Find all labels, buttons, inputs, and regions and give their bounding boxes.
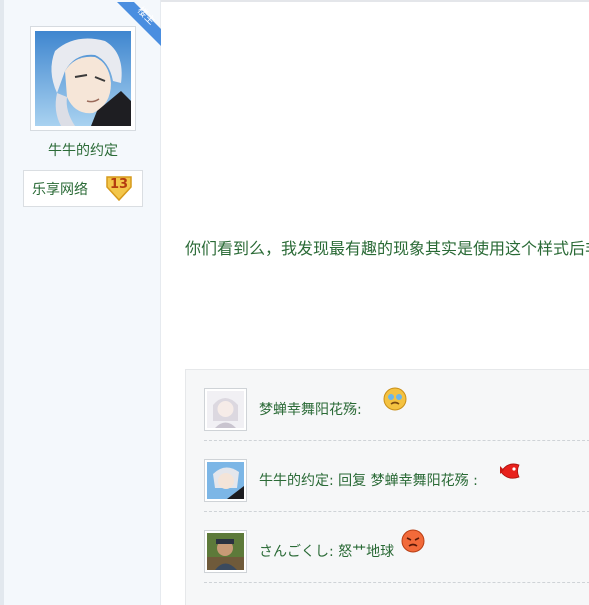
original-poster-ribbon: 楼主	[117, 2, 161, 46]
reply-avatar[interactable]	[204, 388, 247, 431]
ribbon-badge-icon: 楼主	[117, 2, 161, 46]
reply-text: 牛牛的约定: 回复 梦蝉幸舞阳花殇 :	[259, 473, 478, 489]
reply-avatar-image	[207, 462, 244, 499]
reply-avatar-image	[207, 391, 244, 428]
poster-name[interactable]: 牛牛的约定	[0, 140, 166, 160]
reply-avatar[interactable]	[204, 530, 247, 573]
reply-item: さんごくし: 怒艹地球	[204, 512, 589, 583]
reply-section: 梦蝉幸舞阳花殇: 牛牛的约定: 回复 梦蝉幸舞阳花殇 : さんごくし: 怒艹地球	[185, 369, 589, 605]
user-group-box: 乐享网络 13	[23, 170, 143, 207]
crying-face-icon	[383, 387, 407, 411]
level-number: 13	[109, 177, 129, 192]
reply-text: 梦蝉幸舞阳花殇:	[259, 402, 362, 418]
reply-item: 牛牛的约定: 回复 梦蝉幸舞阳花殇 :	[204, 441, 589, 512]
reply-item: 梦蝉幸舞阳花殇:	[204, 370, 589, 441]
reply-text: さんごくし: 怒艹地球	[259, 544, 395, 560]
level-badge: 13	[104, 173, 134, 203]
reply-avatar[interactable]	[204, 459, 247, 502]
post-content: 你们看到么，我发现最有趣的现象其实是使用这个样式后非	[185, 239, 589, 258]
reply-avatar-image	[207, 533, 244, 570]
user-group-name[interactable]: 乐享网络	[32, 179, 88, 199]
poster-sidebar: 牛牛的约定 乐享网络 13	[0, 0, 161, 605]
sidebar-edge	[0, 0, 4, 605]
angry-face-icon	[401, 529, 425, 553]
red-fish-icon	[500, 463, 520, 479]
